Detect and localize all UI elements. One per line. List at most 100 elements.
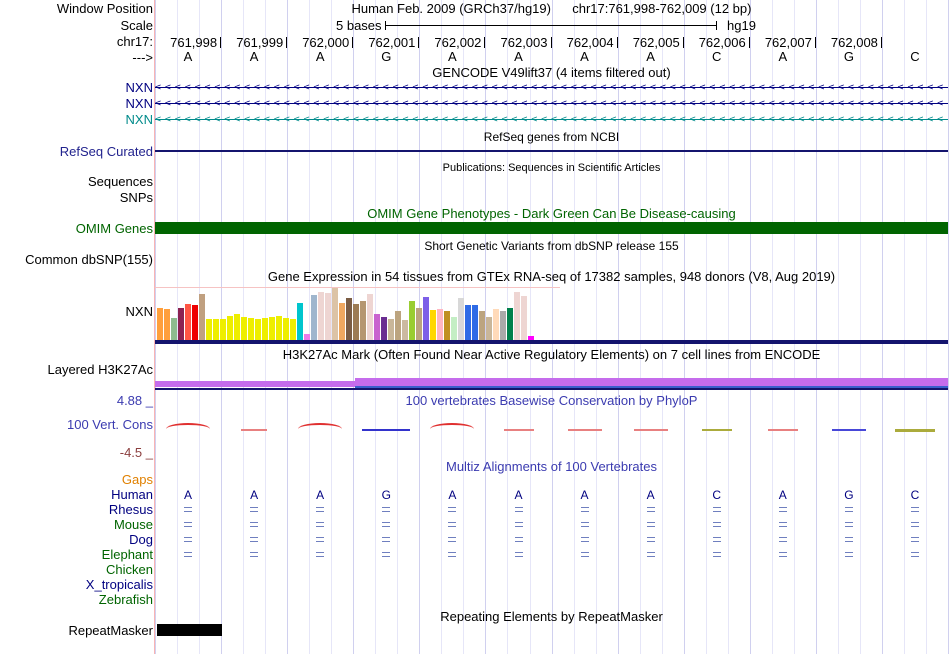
gtex-tissue-bar[interactable] (493, 309, 499, 340)
gene-strand-arrows[interactable]: <<<<<<<<<<<<<<<<<<<<<<<<<<<<<<<<<<<<<<<<… (155, 81, 948, 94)
refseq-curated-line[interactable] (155, 150, 948, 152)
gtex-tissue-bar[interactable] (458, 298, 464, 340)
gencode-gene-label[interactable]: NXN (126, 113, 153, 127)
gtex-tissue-bar[interactable] (185, 304, 191, 340)
gencode-track-title[interactable]: GENCODE V49lift37 (4 items filtered out) (155, 66, 948, 80)
gtex-tissue-bar[interactable] (171, 318, 177, 340)
gtex-tissue-bar[interactable] (507, 308, 513, 340)
refseq-track-title[interactable]: RefSeq genes from NCBI (155, 130, 948, 144)
gtex-tissue-bar[interactable] (430, 310, 436, 340)
omim-genes-label[interactable]: OMIM Genes (76, 222, 153, 236)
gtex-tissue-bar[interactable] (213, 319, 219, 340)
gtex-tissue-bar[interactable] (276, 316, 282, 340)
multiz-match-mark (911, 507, 919, 512)
repeatmasker-element-bar[interactable] (157, 624, 222, 636)
h3k27ac-track-title[interactable]: H3K27Ac Mark (Often Found Near Active Re… (155, 348, 948, 362)
gtex-tissue-bar[interactable] (514, 292, 520, 340)
multiz-match-mark (911, 537, 919, 542)
gencode-gene-label[interactable]: NXN (126, 81, 153, 95)
gtex-tissue-bar[interactable] (409, 301, 415, 340)
gtex-tissue-bar[interactable] (360, 301, 366, 340)
gtex-tissue-bar[interactable] (325, 293, 331, 340)
gtex-tissue-bar[interactable] (248, 318, 254, 340)
gtex-tissue-bar[interactable] (423, 297, 429, 340)
gtex-tissue-bar[interactable] (241, 317, 247, 340)
repeatmasker-track-label[interactable]: RepeatMasker (68, 624, 153, 638)
multiz-species-label-mouse[interactable]: Mouse (114, 518, 153, 532)
multiz-match-mark (911, 552, 919, 557)
gtex-tissue-bar[interactable] (220, 319, 226, 340)
sequences-track-label[interactable]: Sequences (88, 175, 153, 189)
gtex-tissue-bar[interactable] (206, 319, 212, 340)
multiz-species-label-x_tropicalis[interactable]: X_tropicalis (86, 578, 153, 592)
snps-track-label[interactable]: SNPs (120, 191, 153, 205)
gtex-tissue-bar[interactable] (199, 294, 205, 340)
multiz-species-label-chicken[interactable]: Chicken (106, 563, 153, 577)
omim-gene-bar[interactable] (155, 222, 948, 234)
genome-browser-view[interactable]: Window Position Human Feb. 2009 (GRCh37/… (0, 0, 950, 654)
gtex-tissue-bar[interactable] (402, 320, 408, 340)
gtex-tissue-bar[interactable] (262, 318, 268, 340)
gtex-tissue-bar[interactable] (290, 319, 296, 340)
gene-strand-arrows[interactable]: <<<<<<<<<<<<<<<<<<<<<<<<<<<<<<<<<<<<<<<<… (155, 97, 948, 110)
gencode-gene-label[interactable]: NXN (126, 97, 153, 111)
publications-track-title[interactable]: Publications: Sequences in Scientific Ar… (155, 161, 948, 175)
gtex-tissue-bar[interactable] (395, 311, 401, 340)
gtex-tissue-bar[interactable] (227, 316, 233, 340)
gtex-tissue-bar[interactable] (388, 319, 394, 340)
gtex-tissue-bar[interactable] (297, 303, 303, 340)
multiz-species-label-zebrafish[interactable]: Zebrafish (99, 593, 153, 607)
gtex-tissue-bar[interactable] (381, 317, 387, 340)
multiz-species-label-gaps[interactable]: Gaps (122, 473, 153, 487)
gtex-tissue-bar[interactable] (332, 288, 338, 340)
repeatmasker-track-title[interactable]: Repeating Elements by RepeatMasker (155, 610, 948, 624)
gtex-tissue-bar[interactable] (178, 308, 184, 340)
gtex-tissue-bar[interactable] (311, 295, 317, 340)
gtex-tissue-bar[interactable] (353, 304, 359, 340)
phylop-track-label[interactable]: 100 Vert. Cons (67, 418, 153, 432)
phylop-track-title[interactable]: 100 vertebrates Basewise Conservation by… (155, 394, 948, 408)
gtex-tissue-bar[interactable] (444, 311, 450, 340)
gtex-tissue-bar[interactable] (437, 309, 443, 340)
gtex-tissue-bar[interactable] (318, 292, 324, 340)
multiz-species-label-human[interactable]: Human (111, 488, 153, 502)
gtex-tissue-bar[interactable] (486, 317, 492, 340)
gtex-tissue-bar[interactable] (451, 317, 457, 340)
multiz-species-label-rhesus[interactable]: Rhesus (109, 503, 153, 517)
gtex-tissue-bar[interactable] (346, 298, 352, 340)
gtex-tissue-bar[interactable] (521, 296, 527, 340)
gtex-tissue-bar[interactable] (164, 309, 170, 340)
gtex-tissue-bar[interactable] (465, 305, 471, 340)
gtex-tissue-bar[interactable] (283, 318, 289, 340)
gtex-tissue-bar[interactable] (192, 305, 198, 340)
multiz-match-mark (382, 537, 391, 542)
gtex-tissue-bar[interactable] (339, 303, 345, 340)
h3k27ac-bar-right[interactable] (355, 378, 948, 386)
window-position-label: Window Position (56, 1, 153, 16)
omim-track-title[interactable]: OMIM Gene Phenotypes - Dark Green Can Be… (155, 207, 948, 221)
coordinate-tick (616, 37, 618, 48)
gtex-track-title[interactable]: Gene Expression in 54 tissues from GTEx … (155, 270, 948, 284)
gtex-tissue-bar[interactable] (234, 314, 240, 340)
multiz-species-label-elephant[interactable]: Elephant (102, 548, 153, 562)
multiz-match-mark (184, 552, 192, 557)
dbsnp-track-label[interactable]: Common dbSNP(155) (25, 253, 153, 267)
h3k27ac-bar-left[interactable] (155, 381, 355, 387)
gtex-tissue-bar[interactable] (479, 311, 485, 340)
multiz-species-label-dog[interactable]: Dog (129, 533, 153, 547)
strand-arrow-label[interactable]: ---> (132, 51, 153, 65)
gtex-tissue-bar[interactable] (157, 308, 163, 340)
gtex-tissue-bar[interactable] (416, 308, 422, 340)
gtex-tissue-bar[interactable] (367, 294, 373, 340)
multiz-track-title[interactable]: Multiz Alignments of 100 Vertebrates (155, 460, 948, 474)
gtex-tissue-bar[interactable] (269, 317, 275, 340)
gtex-tissue-bar[interactable] (255, 319, 261, 340)
gtex-tissue-bar[interactable] (374, 314, 380, 340)
gene-strand-arrows[interactable]: <<<<<<<<<<<<<<<<<<<<<<<<<<<<<<<<<<<<<<<<… (155, 113, 948, 126)
gtex-tissue-bar[interactable] (472, 305, 478, 340)
refseq-curated-label[interactable]: RefSeq Curated (60, 145, 153, 159)
gtex-gene-label[interactable]: NXN (126, 305, 153, 319)
dbsnp-track-title[interactable]: Short Genetic Variants from dbSNP releas… (155, 239, 948, 253)
h3k27ac-track-label[interactable]: Layered H3K27Ac (47, 363, 153, 377)
gtex-tissue-bar[interactable] (500, 311, 506, 340)
